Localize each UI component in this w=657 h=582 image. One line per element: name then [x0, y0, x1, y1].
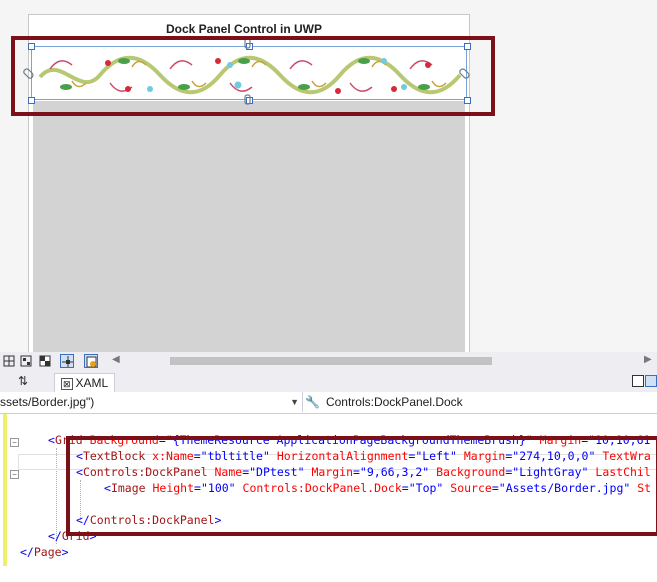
element-dropdown[interactable]: ssets/Border.jpg") ▼	[0, 392, 303, 412]
xaml-code-editor[interactable]: − − <Grid Background="{ThemeResource App…	[0, 414, 657, 582]
code-line[interactable]: </Page>	[20, 544, 69, 560]
page-title-textblock[interactable]: Dock Panel Control in UWP	[166, 22, 322, 36]
xaml-tab-label: XAML	[75, 376, 109, 390]
element-dropdown-value: ssets/Border.jpg")	[0, 395, 95, 409]
scroll-left-arrow-icon[interactable]: ◀	[112, 354, 120, 365]
collapse-grid-icon[interactable]: −	[10, 438, 19, 447]
checkerboard-icon[interactable]	[38, 354, 52, 368]
project-code-icon[interactable]	[84, 354, 98, 368]
grid-icon[interactable]	[2, 354, 16, 368]
member-dropdown-value: Controls:DockPanel.Dock	[325, 395, 463, 409]
code-token: </	[20, 545, 34, 559]
code-token: <	[48, 433, 55, 447]
navigation-bar: ssets/Border.jpg") ▼ 🔧 Controls:DockPanel…	[0, 392, 657, 414]
change-tracking-bar	[3, 414, 7, 566]
snap-to-lines-icon[interactable]	[60, 354, 74, 368]
swap-panes-icon[interactable]: ⇅	[18, 374, 28, 388]
scroll-right-arrow-icon[interactable]: ▶	[644, 354, 652, 365]
dropdown-arrow-icon: ▼	[290, 397, 299, 407]
vertical-split-icon[interactable]	[632, 375, 644, 387]
highlight-box-dockpanel-code	[66, 436, 657, 536]
collapse-dockpanel-icon[interactable]: −	[10, 470, 19, 479]
highlight-box-image	[11, 36, 495, 116]
xaml-designer-surface[interactable]: Dock Panel Control in UWP	[0, 0, 657, 356]
xaml-tab-icon: ⊠	[61, 378, 73, 390]
wrench-icon: 🔧	[305, 395, 320, 409]
dock-panel[interactable]	[33, 101, 465, 352]
code-token: >	[61, 545, 69, 559]
code-token: Page	[33, 545, 62, 559]
member-dropdown[interactable]: 🔧 Controls:DockPanel.Dock	[305, 392, 463, 412]
horizontal-scrollbar-thumb[interactable]	[170, 357, 492, 365]
code-token: </	[48, 529, 62, 543]
tab-xaml[interactable]: ⊠ XAML	[54, 373, 116, 392]
snap-grid-icon[interactable]	[19, 354, 33, 368]
horizontal-split-icon[interactable]	[645, 375, 657, 387]
